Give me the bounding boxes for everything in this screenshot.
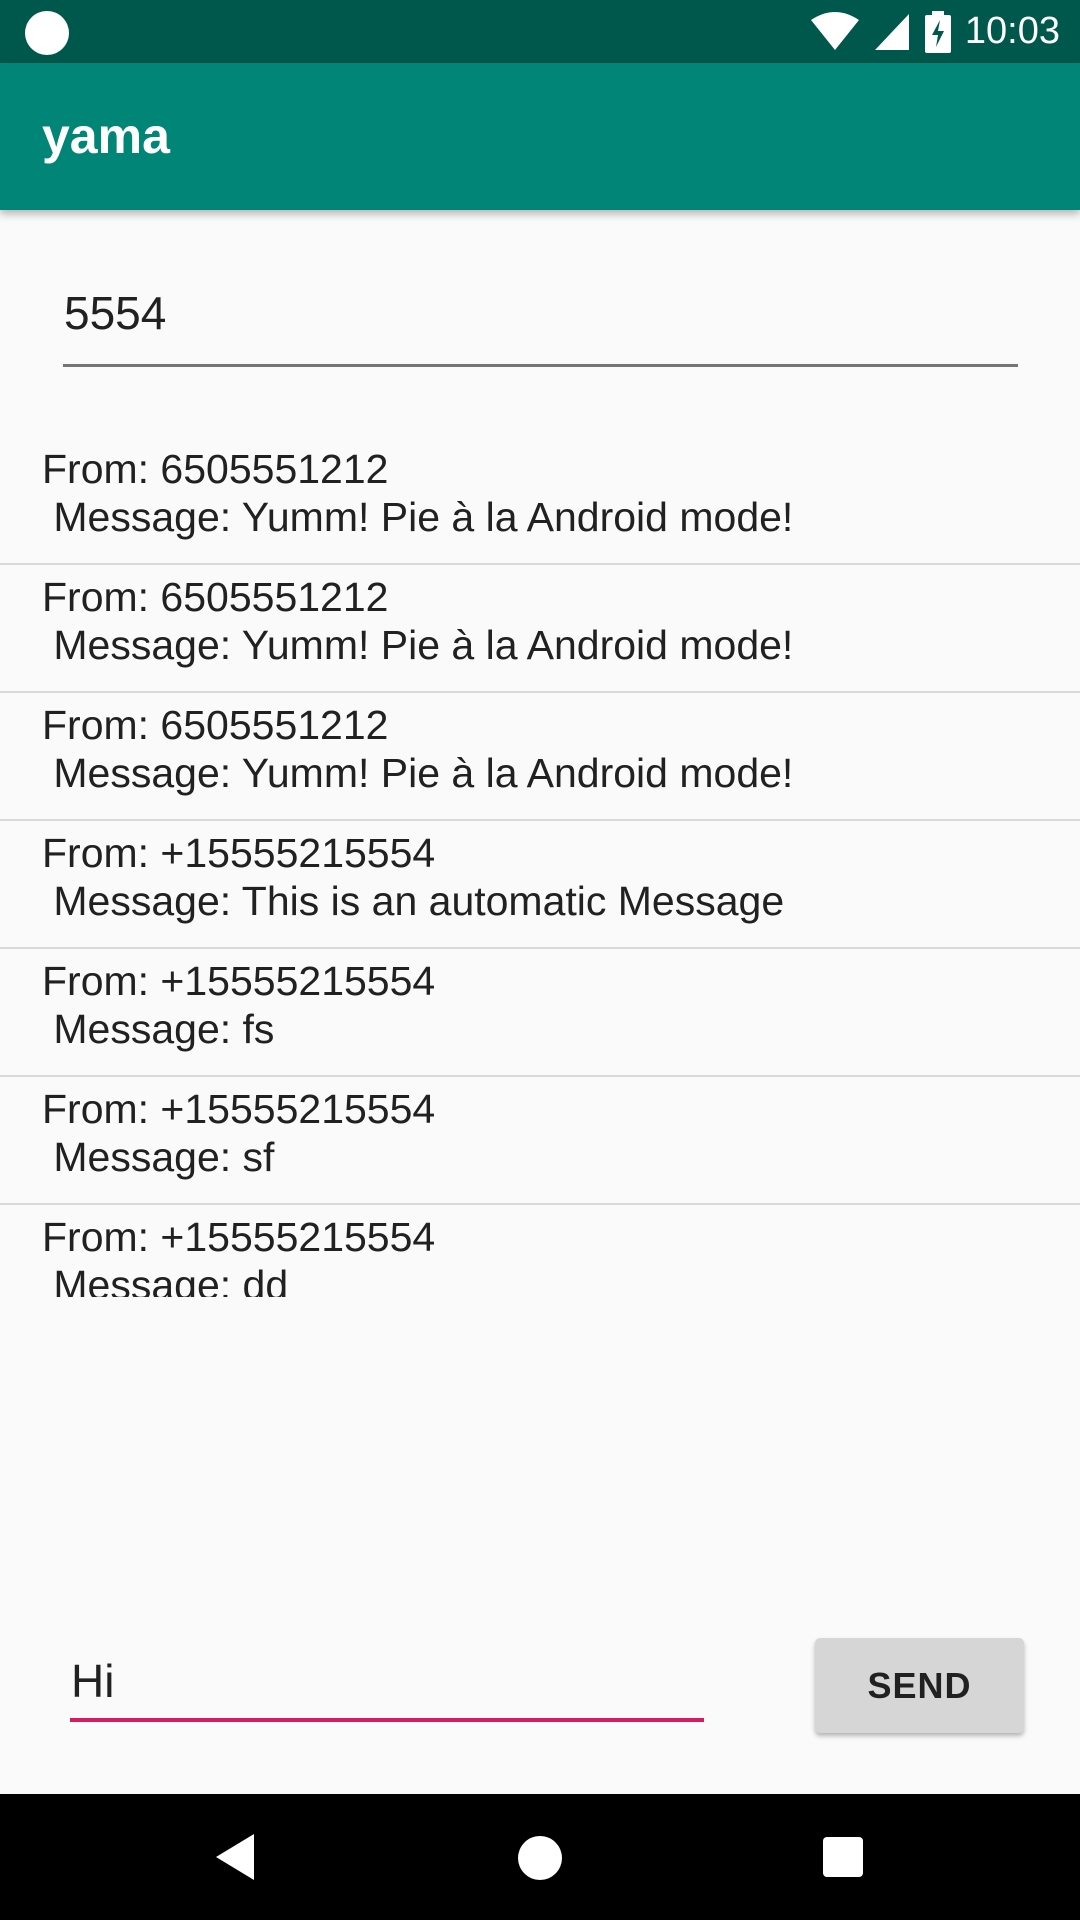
message-sender: From: +15555215554 — [42, 1086, 436, 1132]
status-dot-icon — [25, 11, 69, 55]
message-item[interactable]: From: +15555215554 Message: fs — [0, 949, 1080, 1077]
message-item[interactable]: From: 6505551212 Message: Yumm! Pie à la… — [0, 565, 1080, 693]
message-item[interactable]: From: 6505551212 Message: Yumm! Pie à la… — [0, 437, 1080, 565]
message-body: Message: Yumm! Pie à la Android mode! — [42, 750, 794, 796]
message-body: Message: fs — [42, 1006, 275, 1052]
phone-number-value: 5554 — [64, 287, 167, 339]
cell-signal-icon — [874, 13, 909, 50]
status-bar: 10:03 — [0, 0, 1080, 63]
status-icons: 10:03 — [810, 0, 1060, 63]
app-bar: yama — [0, 63, 1080, 210]
message-sender: From: 6505551212 — [42, 446, 389, 492]
message-item[interactable]: From: +15555215554 Message: dd — [0, 1205, 1080, 1297]
app-title: yama — [42, 108, 170, 164]
message-sender: From: +15555215554 — [42, 830, 436, 876]
message-sender: From: 6505551212 — [42, 574, 389, 620]
home-icon[interactable] — [518, 1836, 562, 1880]
message-item[interactable]: From: +15555215554 Message: sf — [0, 1077, 1080, 1205]
back-icon[interactable] — [214, 1832, 258, 1882]
message-sender: From: 6505551212 — [42, 702, 389, 748]
wifi-icon — [810, 11, 859, 50]
message-body: Message: sf — [42, 1134, 275, 1180]
message-body: Message: Yumm! Pie à la Android mode! — [42, 494, 794, 540]
message-item[interactable]: From: 6505551212 Message: Yumm! Pie à la… — [0, 693, 1080, 821]
message-body: Message: Yumm! Pie à la Android mode! — [42, 622, 794, 668]
navigation-bar — [0, 1794, 1080, 1920]
message-input-value: Hi — [71, 1655, 115, 1707]
message-list[interactable]: From: 6505551212 Message: Yumm! Pie à la… — [0, 437, 1080, 1297]
battery-charging-icon — [924, 10, 951, 53]
message-input[interactable]: Hi — [70, 1640, 704, 1722]
send-button[interactable]: SEND — [815, 1638, 1024, 1733]
phone-number-input[interactable]: 5554 — [63, 270, 1018, 367]
message-item[interactable]: From: +15555215554 Message: This is an a… — [0, 821, 1080, 949]
message-body: Message: dd — [42, 1262, 289, 1297]
message-sender: From: +15555215554 — [42, 958, 436, 1004]
status-time: 10:03 — [964, 10, 1060, 52]
recents-icon[interactable] — [823, 1837, 863, 1877]
message-body: Message: This is an automatic Message — [42, 878, 785, 924]
message-sender: From: +15555215554 — [42, 1214, 436, 1260]
